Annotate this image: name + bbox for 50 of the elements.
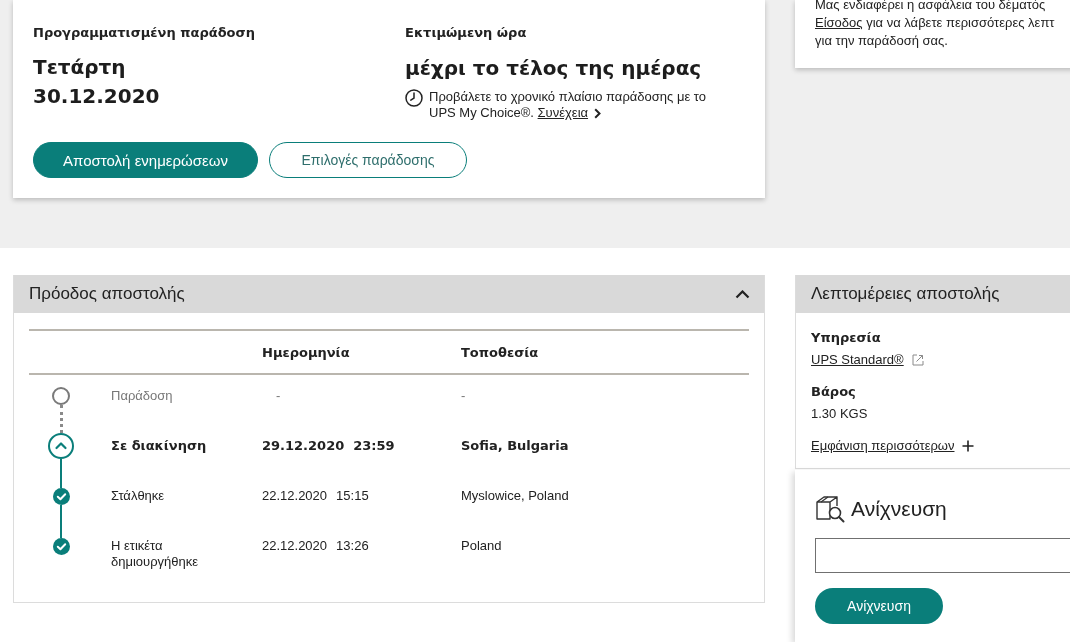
tracking-number-field[interactable] bbox=[815, 538, 1070, 573]
scheduled-delivery-label: Προγραμματισμένη παράδοση bbox=[33, 25, 256, 41]
box-search-icon bbox=[815, 495, 845, 523]
estimated-time-label: Εκτιμώμενη ώρα bbox=[405, 25, 528, 41]
location-text: Poland bbox=[461, 538, 502, 554]
delivery-options-button[interactable]: Επιλογές παράδοσης bbox=[269, 142, 467, 178]
track-button[interactable]: Ανίχνευση bbox=[815, 588, 943, 624]
chevron-ring-icon bbox=[48, 433, 74, 459]
date-text: 22.12.2020 bbox=[262, 488, 328, 504]
field-value: 1.30 KGS bbox=[811, 405, 868, 423]
location-text: Sofia, Bulgaria bbox=[461, 438, 569, 454]
column-header: Τοποθεσία bbox=[461, 344, 540, 360]
empty-circle-icon bbox=[52, 387, 70, 405]
location-text: Myslowice, Poland bbox=[461, 488, 569, 504]
date-text: 29.12.2020 bbox=[262, 438, 345, 454]
clock-icon bbox=[405, 89, 423, 107]
my-choice-note: Προβάλετε το χρονικό πλαίσιο παράδοσης με το UPS My Choice®. Συνέχεια bbox=[429, 89, 707, 121]
date-text: - bbox=[275, 388, 281, 404]
column-header: Ημερομηνία bbox=[262, 344, 351, 360]
estimated-time: μέχρι το τέλος της ημέρας bbox=[405, 55, 703, 82]
check-circle-icon bbox=[52, 537, 70, 555]
continue-link[interactable]: Συνέχεια bbox=[537, 105, 602, 121]
status-text: Στάλθηκε bbox=[111, 488, 166, 504]
service-link[interactable]: UPS Standard® bbox=[811, 349, 904, 371]
field-label: Υπηρεσία bbox=[811, 329, 882, 347]
delivery-date: 30.12.2020 bbox=[33, 83, 161, 110]
connector-line bbox=[60, 459, 62, 488]
connector-line bbox=[60, 504, 62, 538]
panel-title: Πρόοδος αποστολής bbox=[29, 284, 185, 304]
show-more-link[interactable]: Εμφάνιση περισσότερων bbox=[811, 435, 975, 457]
check-circle-icon bbox=[52, 487, 70, 505]
panel-title: Λεπτομέρειες αποστολής bbox=[811, 284, 1000, 304]
login-link[interactable]: Είσοδος bbox=[815, 15, 863, 30]
external-link-icon bbox=[911, 354, 924, 366]
delivery-day: Τετάρτη bbox=[33, 53, 405, 82]
status-text: Η ετικέτα δημιουργήθηκε bbox=[111, 538, 200, 570]
chevron-up-icon bbox=[734, 289, 750, 299]
notice-text: Μας ενδιαφέρει η ασφάλεια του δέματός Είσοδος για να λάβετε περισσότερες λεπτ για την παράδοσή σας. bbox=[815, 0, 1056, 50]
chevron-right-icon bbox=[594, 107, 602, 119]
time-text: 13:26 bbox=[336, 538, 369, 554]
status-text: Σε διακίνηση bbox=[111, 438, 208, 454]
tracking-title: Ανίχνευση bbox=[851, 497, 947, 521]
field-label: Βάρος bbox=[811, 383, 857, 401]
status-text: Παράδοση bbox=[111, 388, 174, 404]
location-text: - bbox=[461, 388, 466, 404]
plus-icon bbox=[962, 440, 975, 452]
time-text: 15:15 bbox=[336, 488, 369, 504]
date-text: 22.12.2020 bbox=[262, 538, 328, 554]
time-text: 23:59 bbox=[353, 438, 395, 454]
send-updates-button[interactable]: Αποστολή ενημερώσεων bbox=[33, 142, 258, 178]
